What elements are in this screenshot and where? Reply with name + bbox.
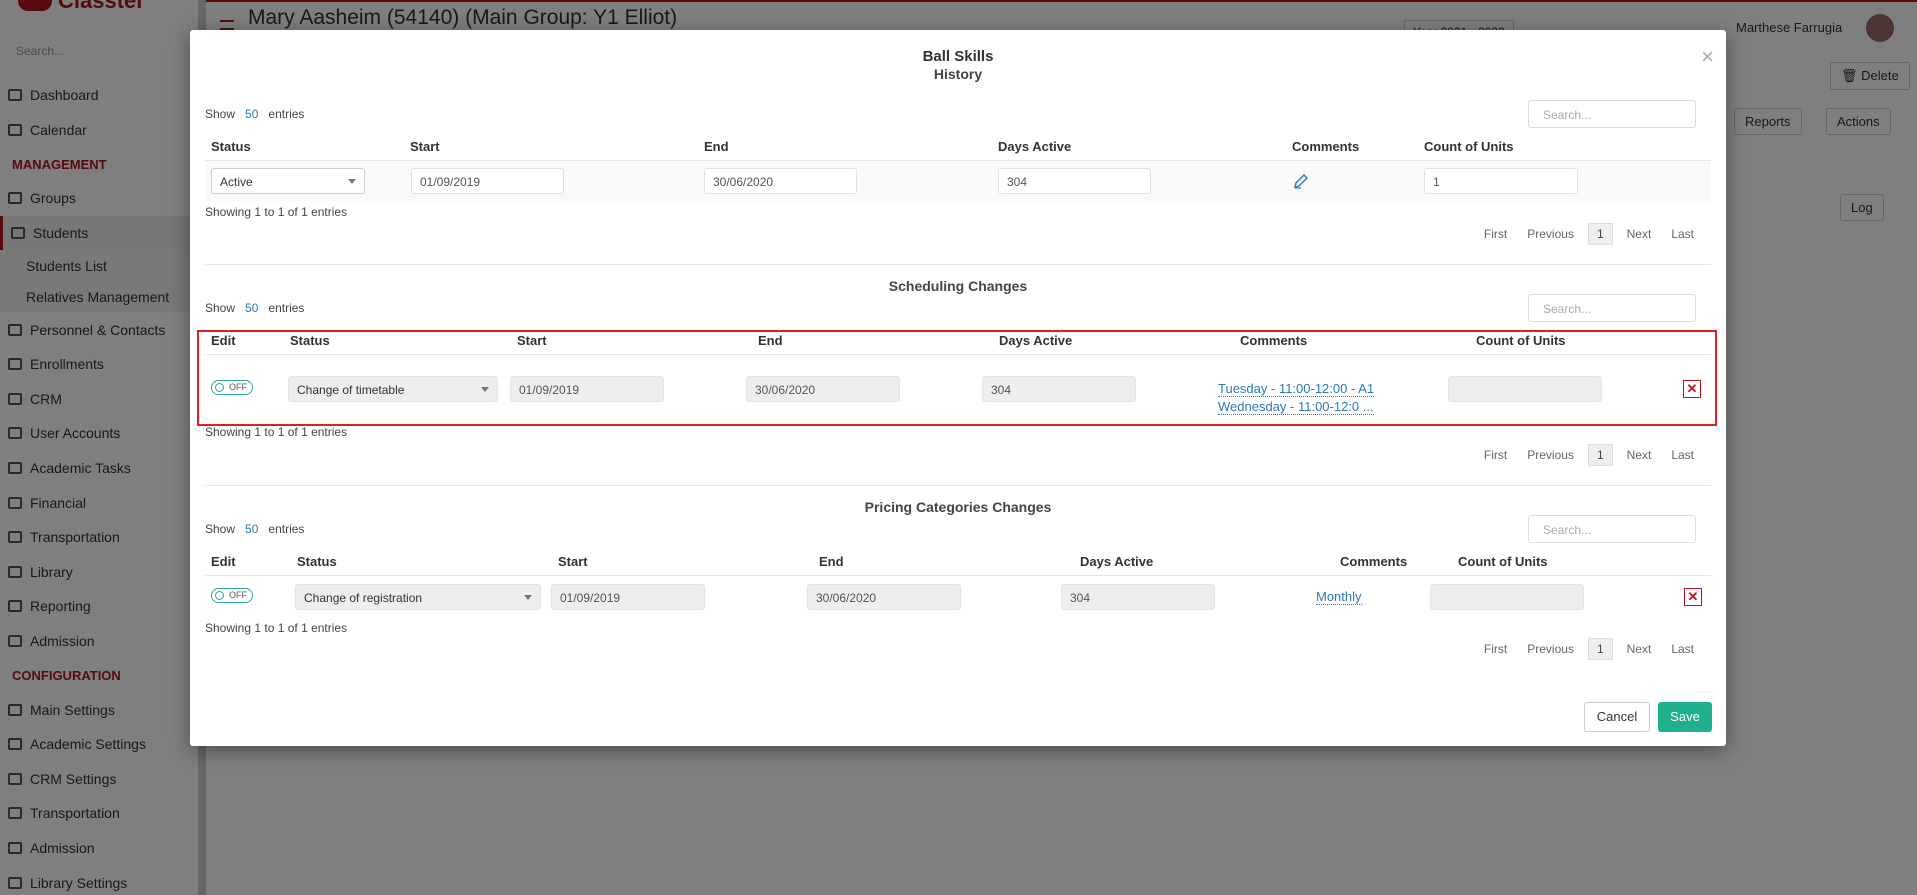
history-modal: × Ball Skills History Show 50 entries Sear… — [190, 30, 1726, 746]
end-date-field[interactable]: 30/06/2020 — [807, 584, 961, 610]
col-days-active[interactable]: Days Active — [1080, 554, 1153, 569]
col-comments[interactable]: Comments — [1292, 139, 1359, 154]
col-start[interactable]: Start — [558, 554, 588, 569]
table-info: Showing 1 to 1 of 1 entries — [205, 425, 348, 439]
entries-length-control: Show 50 entries — [205, 522, 305, 536]
page-next[interactable]: Next — [1617, 638, 1662, 660]
status-select[interactable]: Active — [211, 168, 365, 194]
col-status[interactable]: Status — [290, 333, 330, 348]
section-divider — [205, 485, 1711, 486]
pagination: First Previous 1 Next Last — [1474, 223, 1704, 245]
entries-length-control: Show 50 entries — [205, 107, 305, 121]
count-of-units-field[interactable] — [1448, 376, 1602, 402]
remove-row-button[interactable]: ✕ — [1683, 380, 1701, 398]
col-status[interactable]: Status — [297, 554, 337, 569]
pagination: First Previous 1 Next Last — [1474, 638, 1704, 660]
count-of-units-field[interactable]: 1 — [1424, 168, 1578, 194]
chevron-down-icon — [524, 595, 532, 600]
header-divider — [205, 575, 1711, 576]
chevron-down-icon — [348, 179, 356, 184]
col-end[interactable]: End — [758, 333, 783, 348]
page-current[interactable]: 1 — [1587, 444, 1613, 466]
col-edit[interactable]: Edit — [211, 333, 236, 348]
comment-link[interactable]: Tuesday - 11:00-12:00 - A1 — [1218, 381, 1375, 397]
col-comments[interactable]: Comments — [1240, 333, 1307, 348]
comment-link[interactable]: Monthly — [1316, 589, 1362, 605]
pencil-icon — [1294, 174, 1308, 189]
days-active-field[interactable]: 304 — [982, 376, 1136, 402]
save-button[interactable]: Save — [1658, 702, 1712, 732]
edit-toggle[interactable]: OFF — [211, 588, 253, 603]
toggle-knob — [215, 591, 224, 600]
scheduling-search-input[interactable]: Search... — [1528, 294, 1696, 322]
col-edit[interactable]: Edit — [211, 554, 236, 569]
modal-subtitle: History — [933, 66, 983, 82]
col-days-active[interactable]: Days Active — [999, 333, 1072, 348]
header-divider — [205, 354, 1711, 355]
days-active-field[interactable]: 304 — [998, 168, 1151, 194]
modal-header: Ball Skills History — [190, 48, 1726, 82]
comment-link[interactable]: Wednesday - 11:00-12:0 ... — [1218, 399, 1374, 415]
col-status[interactable]: Status — [211, 139, 251, 154]
close-icon: ✕ — [1686, 381, 1698, 396]
close-icon: ✕ — [1687, 589, 1699, 604]
pagination: First Previous 1 Next Last — [1474, 444, 1704, 466]
edit-toggle[interactable]: OFF — [211, 380, 253, 395]
page-first[interactable]: First — [1474, 638, 1517, 660]
page-next[interactable]: Next — [1617, 223, 1662, 245]
col-end[interactable]: End — [704, 139, 729, 154]
section-divider — [205, 264, 1711, 265]
col-count-of-units[interactable]: Count of Units — [1424, 139, 1514, 154]
page-current[interactable]: 1 — [1587, 223, 1613, 245]
pricing-title: Pricing Categories Changes — [864, 499, 1052, 515]
start-date-field[interactable]: 01/09/2019 — [510, 376, 664, 402]
col-start[interactable]: Start — [410, 139, 440, 154]
table-info: Showing 1 to 1 of 1 entries — [205, 621, 348, 635]
col-days-active[interactable]: Days Active — [998, 139, 1071, 154]
page-last[interactable]: Last — [1661, 223, 1704, 245]
entries-select[interactable]: 50 — [245, 522, 258, 536]
entries-select[interactable]: 50 — [245, 107, 258, 121]
status-select[interactable]: Change of timetable — [288, 376, 498, 402]
entries-select[interactable]: 50 — [245, 301, 258, 315]
page-previous[interactable]: Previous — [1517, 638, 1584, 660]
page-first[interactable]: First — [1474, 444, 1517, 466]
entries-length-control: Show 50 entries — [205, 301, 305, 315]
toggle-knob — [215, 383, 224, 392]
history-search-input[interactable]: Search... — [1528, 100, 1696, 128]
days-active-field[interactable]: 304 — [1061, 584, 1215, 610]
col-start[interactable]: Start — [517, 333, 547, 348]
start-date-field[interactable]: 01/09/2019 — [551, 584, 705, 610]
pricing-search-input[interactable]: Search... — [1528, 515, 1696, 543]
start-date-field[interactable]: 01/09/2019 — [411, 168, 564, 194]
col-comments[interactable]: Comments — [1340, 554, 1407, 569]
col-count-of-units[interactable]: Count of Units — [1476, 333, 1566, 348]
page-previous[interactable]: Previous — [1517, 444, 1584, 466]
end-date-field[interactable]: 30/06/2020 — [746, 376, 900, 402]
col-count-of-units[interactable]: Count of Units — [1458, 554, 1548, 569]
modal-title: Ball Skills — [922, 48, 994, 65]
page-first[interactable]: First — [1474, 223, 1517, 245]
page-last[interactable]: Last — [1661, 444, 1704, 466]
page-next[interactable]: Next — [1617, 444, 1662, 466]
page-last[interactable]: Last — [1661, 638, 1704, 660]
end-date-field[interactable]: 30/06/2020 — [704, 168, 857, 194]
page-current[interactable]: 1 — [1587, 638, 1613, 660]
cancel-button[interactable]: Cancel — [1584, 702, 1650, 732]
table-info: Showing 1 to 1 of 1 entries — [205, 205, 348, 219]
count-of-units-field[interactable] — [1430, 584, 1584, 610]
remove-row-button[interactable]: ✕ — [1684, 588, 1702, 606]
scheduling-title: Scheduling Changes — [888, 278, 1028, 294]
edit-comment-button[interactable] — [1293, 173, 1309, 192]
status-select[interactable]: Change of registration — [295, 584, 541, 610]
chevron-down-icon — [481, 387, 489, 392]
page-previous[interactable]: Previous — [1517, 223, 1584, 245]
col-end[interactable]: End — [819, 554, 844, 569]
